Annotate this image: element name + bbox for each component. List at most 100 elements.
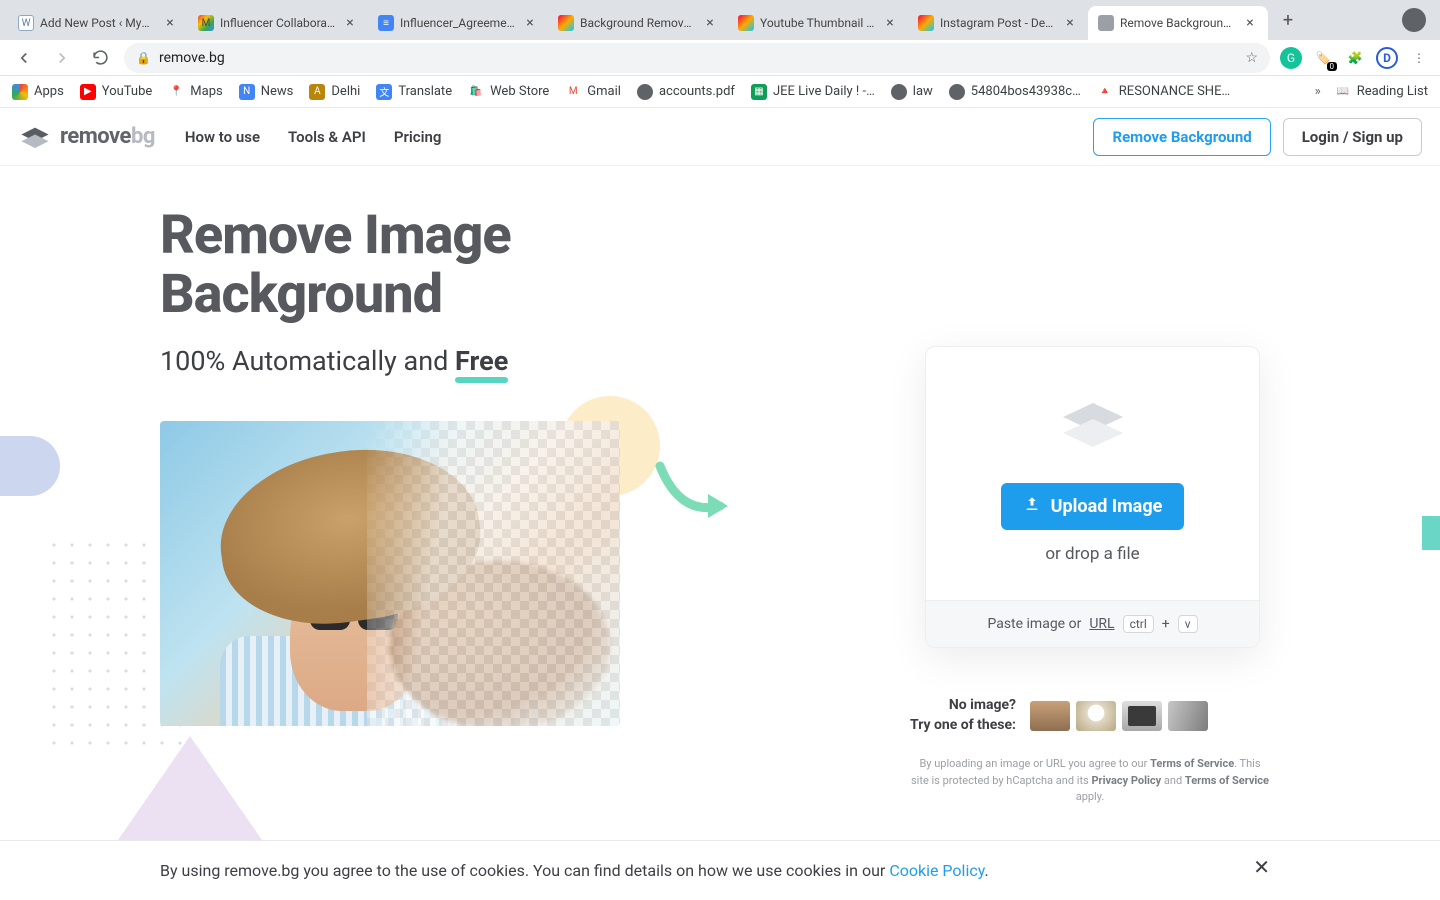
bookmark-gmail[interactable]: MGmail [565, 84, 621, 100]
close-icon[interactable]: × [882, 15, 898, 31]
tab-removebg[interactable]: Remove Background f… × [1088, 6, 1268, 40]
logo-suffix: bg [131, 124, 155, 149]
layers-icon [956, 397, 1229, 457]
profile-avatar[interactable] [1402, 8, 1426, 32]
decorative-blob [0, 436, 60, 496]
bookmark-icon: A [309, 84, 325, 100]
bookmark-accounts[interactable]: accounts.pdf [637, 84, 735, 100]
remove-background-button[interactable]: Remove Background [1093, 118, 1270, 156]
tab-canva-ig[interactable]: Instagram Post - Desi… × [908, 6, 1088, 40]
cookie-msg: By using remove.bg you agree to the use … [160, 861, 889, 880]
cookie-dot: . [984, 861, 988, 880]
extension-icon[interactable]: 🏷️0 [1312, 47, 1334, 69]
sample-thumbnail-4[interactable] [1168, 701, 1208, 731]
nav-tools-api[interactable]: Tools & API [288, 128, 366, 146]
chrome-menu-icon[interactable]: ⋮ [1408, 47, 1430, 69]
close-icon[interactable]: × [342, 15, 358, 31]
logo-icon [18, 124, 52, 150]
tab-title: Influencer Collaborati… [220, 16, 336, 30]
bookmark-delhi[interactable]: ADelhi [309, 84, 360, 100]
new-tab-button[interactable]: + [1274, 6, 1302, 34]
close-icon[interactable]: × [162, 15, 178, 31]
bookmark-label: 54804bos43938c… [971, 84, 1081, 99]
cookie-policy-link[interactable]: Cookie Policy [889, 861, 984, 880]
upload-icon [1023, 495, 1041, 518]
reading-list-icon: 📖 [1335, 84, 1351, 100]
extension-badge: 0 [1327, 62, 1338, 71]
reload-button[interactable] [86, 44, 114, 72]
sample-thumbnail-3[interactable] [1122, 701, 1162, 731]
tab-title: Youtube Thumbnail - … [760, 16, 876, 30]
bookmark-label: YouTube [102, 84, 153, 99]
bookmark-translate[interactable]: 文Translate [376, 84, 452, 100]
tos-link-2[interactable]: Terms of Service [1185, 774, 1269, 787]
cookie-banner: By using remove.bg you agree to the use … [0, 840, 1440, 900]
favicon-canva [558, 15, 574, 31]
drop-file-text: or drop a file [956, 544, 1229, 564]
bookmark-label: JEE Live Daily ! -… [773, 84, 875, 99]
try-line2: Try one of these: [910, 717, 1016, 733]
paste-prefix: Paste image or [987, 616, 1081, 632]
bookmark-maps[interactable]: 📍Maps [168, 84, 222, 100]
transparency-checker [367, 421, 620, 726]
extensions-menu-icon[interactable]: 🧩 [1344, 47, 1366, 69]
bookmark-label: Maps [190, 84, 222, 99]
bookmark-news[interactable]: NNews [239, 84, 294, 100]
tab-wordpress[interactable]: W Add New Post ‹ MyS… × [8, 6, 188, 40]
tab-title: Instagram Post - Desi… [940, 16, 1056, 30]
login-signup-button[interactable]: Login / Sign up [1283, 118, 1422, 156]
sheets-icon: ▦ [751, 84, 767, 100]
legal-4: apply. [1076, 790, 1105, 803]
tab-gmail[interactable]: M Influencer Collaborati… × [188, 6, 368, 40]
tab-canva-yt[interactable]: Youtube Thumbnail - … × [728, 6, 908, 40]
tos-link[interactable]: Terms of Service [1150, 757, 1234, 770]
legal-text: By uploading an image or URL you agree t… [910, 756, 1270, 806]
tab-docs[interactable]: ≡ Influencer_Agreemen… × [368, 6, 548, 40]
upload-dropzone[interactable]: Upload Image or drop a file [926, 347, 1259, 600]
bookmark-bos[interactable]: 54804bos43938c… [949, 84, 1081, 100]
apps-icon [12, 84, 28, 100]
close-icon[interactable]: ✕ [1253, 855, 1270, 879]
sample-thumbnail-2[interactable] [1076, 701, 1116, 731]
bookmark-jee[interactable]: ▦ JEE Live Daily ! -… [751, 84, 875, 100]
url-text: remove.bg [159, 50, 1237, 66]
close-icon[interactable]: × [702, 15, 718, 31]
bookmark-resonance[interactable]: 🔺 RESONANCE SHE… [1097, 84, 1230, 100]
close-icon[interactable]: × [1062, 15, 1078, 31]
bookmark-webstore[interactable]: 🛍️Web Store [468, 84, 549, 100]
favicon-canva [738, 15, 754, 31]
sample-thumbnail-1[interactable] [1030, 701, 1070, 731]
pdf-icon [637, 84, 653, 100]
privacy-link[interactable]: Privacy Policy [1091, 774, 1161, 787]
address-bar[interactable]: 🔒 remove.bg ☆ [124, 43, 1270, 73]
close-icon[interactable]: × [522, 15, 538, 31]
bookmark-law[interactable]: law [891, 84, 933, 100]
translate-icon: 文 [376, 84, 392, 100]
favicon-gmail: M [198, 15, 214, 31]
decorative-edge [1422, 516, 1440, 550]
news-icon: N [239, 84, 255, 100]
bookmark-label: RESONANCE SHE… [1119, 84, 1230, 99]
nav-how-to-use[interactable]: How to use [185, 128, 260, 146]
bookmark-youtube[interactable]: ▶YouTube [80, 84, 153, 100]
upload-image-button[interactable]: Upload Image [1001, 483, 1185, 530]
extension-icon-d[interactable]: D [1376, 47, 1398, 69]
logo[interactable]: removebg [18, 124, 155, 150]
nav-pricing[interactable]: Pricing [394, 128, 442, 146]
try-line1: No image? [949, 697, 1016, 713]
hero-demo-image [160, 421, 620, 726]
hero-sub-pre: 100% Automatically and [160, 345, 455, 377]
bookmark-star-icon[interactable]: ☆ [1245, 50, 1258, 66]
tab-title: Add New Post ‹ MyS… [40, 16, 156, 30]
tab-canva-bg[interactable]: Background Remover… × [548, 6, 728, 40]
grammarly-icon[interactable]: G [1280, 47, 1302, 69]
bookmark-label: law [913, 84, 933, 99]
reading-list-button[interactable]: 📖Reading List [1335, 84, 1428, 100]
bookmark-apps[interactable]: Apps [12, 84, 64, 100]
bookmarks-overflow-icon[interactable]: » [1315, 84, 1321, 99]
paste-url-link[interactable]: URL [1089, 616, 1114, 632]
back-button[interactable] [10, 44, 38, 72]
forward-button[interactable] [48, 44, 76, 72]
close-icon[interactable]: × [1242, 15, 1258, 31]
drive-icon: 🔺 [1097, 84, 1113, 100]
